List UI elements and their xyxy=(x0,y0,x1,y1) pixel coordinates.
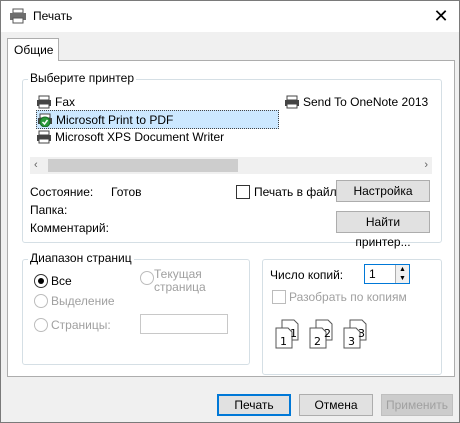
printer-group-legend: Выберите принтер xyxy=(28,71,136,85)
scroll-right-icon[interactable]: › xyxy=(424,159,428,171)
title-bar: Печать ✕ xyxy=(1,1,459,32)
printer-icon xyxy=(285,95,299,108)
collate-digit: 2 xyxy=(324,327,331,340)
printer-item-onenote[interactable]: Send To OneNote 2013 xyxy=(284,93,428,110)
print-button[interactable]: Печать xyxy=(217,394,291,416)
apply-button[interactable]: Применить xyxy=(381,394,453,416)
printer-list[interactable]: Fax Send To OneNote 2013 Microsoft Print xyxy=(30,93,432,175)
range-selection-label: Выделение xyxy=(51,294,115,308)
comment-label: Комментарий: xyxy=(30,221,109,235)
printer-name: Fax xyxy=(55,94,76,109)
copies-input[interactable]: 1 ▲ ▼ xyxy=(364,264,410,284)
range-all-label[interactable]: Все xyxy=(51,274,72,288)
collate-label: Разобрать по копиям xyxy=(289,290,407,304)
pages-input[interactable] xyxy=(140,314,228,334)
printer-name: Send To OneNote 2013 xyxy=(303,94,429,109)
scroll-left-icon[interactable]: ‹ xyxy=(34,159,38,171)
print-to-file-label[interactable]: Печать в файл xyxy=(254,185,337,199)
range-pages-label: Страницы: xyxy=(51,318,111,332)
close-icon[interactable]: ✕ xyxy=(429,4,453,28)
printer-item-ms-pdf[interactable]: Microsoft Print to PDF xyxy=(36,110,279,129)
collate-illustration: 1 1 2 2 3 3 xyxy=(275,319,367,349)
copies-label: Число копий: xyxy=(270,268,344,282)
status-label: Состояние: xyxy=(30,185,94,199)
range-current-page-label-2: страница xyxy=(154,280,206,294)
find-printer-button[interactable]: Найти принтер... xyxy=(336,211,430,249)
copies-value: 1 xyxy=(369,267,376,281)
collate-digit: 3 xyxy=(348,335,355,348)
settings-button[interactable]: Настройка xyxy=(336,180,430,202)
status-value: Готов xyxy=(111,185,142,199)
window-title: Печать xyxy=(33,9,73,23)
collate-digit: 3 xyxy=(358,327,365,340)
collate-digit: 1 xyxy=(290,327,297,340)
spin-down-icon[interactable]: ▼ xyxy=(395,274,409,283)
tab-general[interactable]: Общие xyxy=(7,38,59,61)
default-printer-icon xyxy=(38,113,52,127)
spin-up-icon[interactable]: ▲ xyxy=(395,265,409,274)
print-to-file-checkbox[interactable] xyxy=(236,185,250,199)
printer-name: Microsoft Print to PDF xyxy=(56,112,174,127)
printer-item-ms-xps[interactable]: Microsoft XPS Document Writer xyxy=(36,128,224,145)
folder-label: Папка: xyxy=(30,203,68,217)
printer-item-fax[interactable]: Fax xyxy=(36,93,75,110)
range-all-radio[interactable] xyxy=(34,274,48,288)
collate-digit: 2 xyxy=(314,335,321,348)
printer-icon xyxy=(10,8,26,24)
print-dialog: Печать ✕ Общие Выберите принтер Fax Send… xyxy=(0,0,460,423)
range-pages-radio[interactable] xyxy=(34,318,48,332)
printer-name: Microsoft XPS Document Writer xyxy=(55,129,225,144)
horizontal-scrollbar[interactable]: ‹ › xyxy=(30,157,432,174)
printer-icon xyxy=(37,130,51,143)
page-range-legend: Диапазон страниц xyxy=(28,251,134,265)
range-current-page-radio[interactable] xyxy=(140,271,154,285)
printer-icon xyxy=(37,95,51,108)
collate-digit: 1 xyxy=(280,335,287,348)
tab-label: Общие xyxy=(14,43,54,57)
range-current-page-label: Текущая xyxy=(154,267,202,281)
scrollbar-thumb[interactable] xyxy=(48,159,238,172)
collate-checkbox[interactable] xyxy=(272,290,286,304)
tab-panel-general: Выберите принтер Fax Send To OneNote 201… xyxy=(7,60,455,377)
range-selection-radio[interactable] xyxy=(34,294,48,308)
cancel-button[interactable]: Отмена xyxy=(299,394,373,416)
